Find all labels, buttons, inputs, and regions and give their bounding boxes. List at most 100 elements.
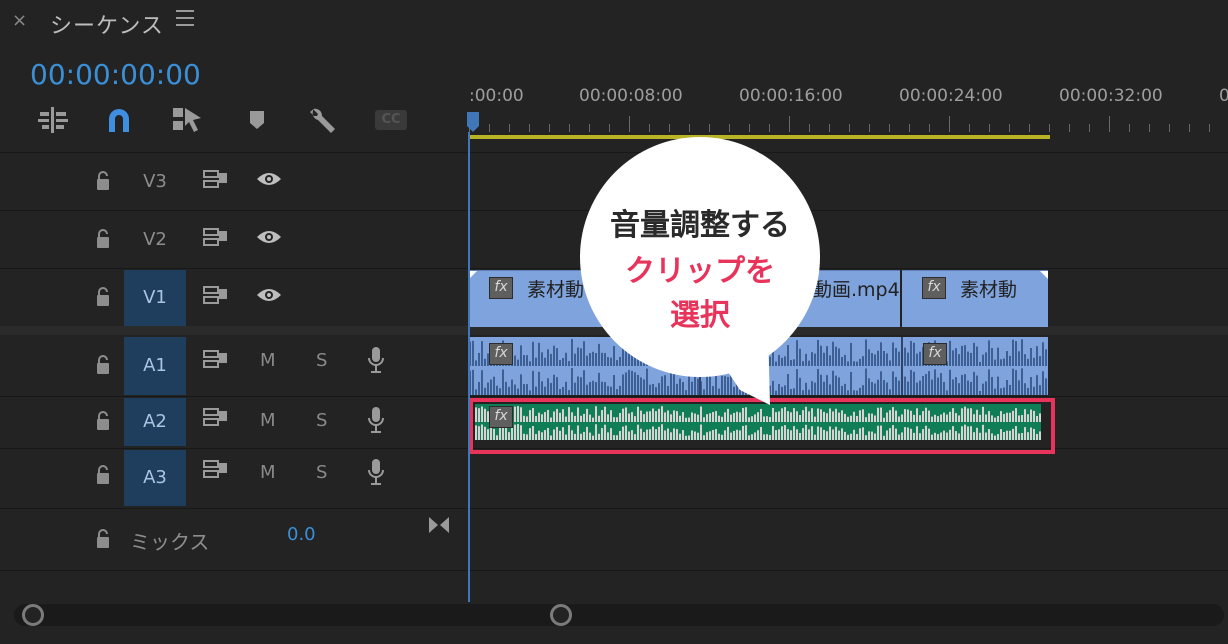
waveform-bar <box>523 433 525 440</box>
mix-go-to-edge-icon[interactable] <box>428 516 450 538</box>
waveform-bar <box>1039 385 1041 395</box>
waveform-bar <box>958 433 960 440</box>
waveform-bar <box>982 406 984 422</box>
waveform-bar <box>598 343 600 366</box>
waveform-bar <box>673 410 675 422</box>
waveform-bar <box>1015 370 1017 395</box>
waveform-bar <box>640 377 642 395</box>
close-panel-button[interactable]: × <box>12 10 27 31</box>
waveform-bar <box>745 425 747 440</box>
waveform-bar <box>646 368 648 395</box>
mute-button[interactable]: M <box>260 410 276 431</box>
waveform-bar <box>802 390 804 395</box>
clip-corner <box>469 271 477 279</box>
snap-magnet-icon[interactable] <box>102 104 136 136</box>
lock-icon[interactable] <box>94 410 112 436</box>
eye-icon[interactable] <box>256 286 282 308</box>
waveform-bar <box>1012 339 1014 366</box>
linked-selection-icon[interactable] <box>170 104 204 136</box>
waveform-bar <box>667 410 669 422</box>
add-marker-icon[interactable] <box>240 104 274 136</box>
solo-button[interactable]: S <box>316 462 327 483</box>
mix-volume-value[interactable]: 0.0 <box>287 524 316 545</box>
waveform-bar <box>829 426 831 440</box>
sync-lock-icon[interactable] <box>202 348 228 374</box>
waveform-bar <box>610 410 612 422</box>
waveform-bar <box>979 414 981 422</box>
playhead-handle[interactable] <box>466 112 480 132</box>
waveform-bar <box>832 370 834 395</box>
microphone-icon[interactable] <box>366 346 386 378</box>
time-ruler[interactable] <box>469 112 1228 132</box>
waveform-bar <box>550 417 552 422</box>
insert-edit-icon[interactable] <box>36 104 70 136</box>
microphone-icon[interactable] <box>366 406 386 438</box>
waveform-bar <box>859 428 861 440</box>
waveform-bar <box>592 380 594 395</box>
waveform-bar <box>850 433 852 440</box>
lock-icon[interactable] <box>94 228 112 254</box>
track-divider <box>0 570 1228 571</box>
clip-edit-point[interactable] <box>901 337 903 395</box>
sync-lock-icon[interactable] <box>202 284 228 310</box>
waveform-bar <box>1042 371 1044 395</box>
sync-lock-icon[interactable] <box>202 226 228 252</box>
track-divider <box>0 508 1228 509</box>
scrollbar-start-handle[interactable] <box>22 604 44 626</box>
waveform-bar <box>790 430 792 440</box>
waveform-bar <box>625 425 627 440</box>
lock-icon[interactable] <box>94 528 112 554</box>
waveform-bar <box>526 416 528 422</box>
waveform-bar <box>688 417 690 422</box>
track-label-v1[interactable]: V1 <box>124 270 186 326</box>
eye-icon[interactable] <box>256 228 282 250</box>
mute-button[interactable]: M <box>260 350 276 371</box>
waveform-bar <box>796 340 798 366</box>
track-label-a3[interactable]: A3 <box>124 450 186 506</box>
waveform-bar <box>517 388 519 395</box>
eye-icon[interactable] <box>256 170 282 192</box>
waveform-bar <box>823 411 825 422</box>
waveform-bar <box>829 384 831 395</box>
track-label-a2[interactable]: A2 <box>124 398 186 446</box>
lock-icon[interactable] <box>94 170 112 196</box>
waveform-bar <box>919 380 921 395</box>
solo-button[interactable]: S <box>316 410 327 431</box>
panel-menu-icon[interactable] <box>176 10 194 26</box>
waveform-bar <box>847 390 849 395</box>
video-clip[interactable]: fx 素材動 <box>902 270 1048 327</box>
sync-lock-icon[interactable] <box>202 458 228 484</box>
track-label-a1[interactable]: A1 <box>124 337 186 395</box>
waveform-bar <box>931 379 933 395</box>
playhead-line[interactable] <box>468 132 470 602</box>
waveform-bar <box>559 430 561 440</box>
timeline-scrollbar[interactable] <box>14 604 1224 626</box>
callout-line: クリップを <box>625 254 775 289</box>
waveform-bar <box>502 369 504 395</box>
waveform-bar <box>940 373 942 395</box>
scrollbar-end-handle[interactable] <box>550 604 572 626</box>
waveform-bar <box>556 348 558 366</box>
microphone-icon[interactable] <box>366 458 386 490</box>
solo-button[interactable]: S <box>316 350 327 371</box>
waveform-bar <box>1033 428 1035 440</box>
waveform-bar <box>1003 414 1005 422</box>
waveform-bar <box>484 387 486 395</box>
lock-icon[interactable] <box>94 354 112 380</box>
track-label-v3[interactable]: V3 <box>124 160 186 204</box>
playhead-timecode[interactable]: 00:00:00:00 <box>30 58 201 91</box>
lock-icon[interactable] <box>94 286 112 312</box>
mute-button[interactable]: M <box>260 462 276 483</box>
waveform-bar <box>955 413 957 422</box>
sync-lock-icon[interactable] <box>202 168 228 194</box>
waveform-bar <box>538 371 540 395</box>
cc-icon[interactable]: CC <box>374 104 408 136</box>
waveform-bar <box>832 341 834 366</box>
waveform-bar <box>763 434 765 440</box>
waveform-bar <box>793 426 795 440</box>
work-area-bar[interactable] <box>469 135 1050 139</box>
sync-lock-icon[interactable] <box>202 406 228 432</box>
lock-icon[interactable] <box>94 464 112 490</box>
wrench-icon[interactable] <box>306 104 340 136</box>
track-label-v2[interactable]: V2 <box>124 218 186 262</box>
